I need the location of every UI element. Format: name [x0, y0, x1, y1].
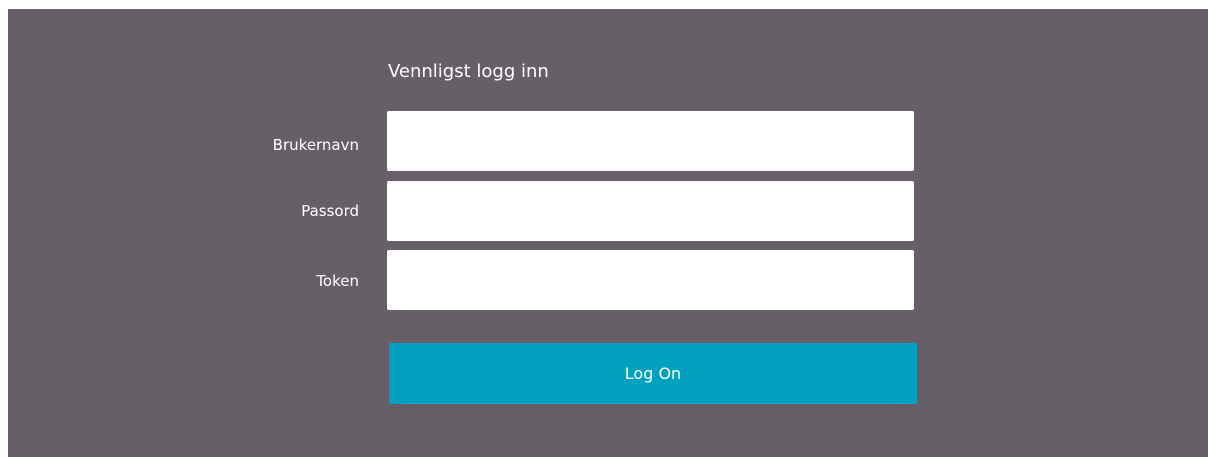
- log-on-button[interactable]: Log On: [389, 343, 917, 404]
- password-field[interactable]: [387, 181, 914, 241]
- password-label: Passord: [301, 202, 359, 220]
- login-title: Vennligst logg inn: [388, 61, 549, 82]
- login-panel: Vennligst logg inn Brukernavn Passord To…: [8, 9, 1208, 457]
- token-field[interactable]: [387, 250, 914, 310]
- username-field[interactable]: [387, 111, 914, 171]
- token-label: Token: [316, 272, 359, 290]
- username-label: Brukernavn: [272, 136, 359, 154]
